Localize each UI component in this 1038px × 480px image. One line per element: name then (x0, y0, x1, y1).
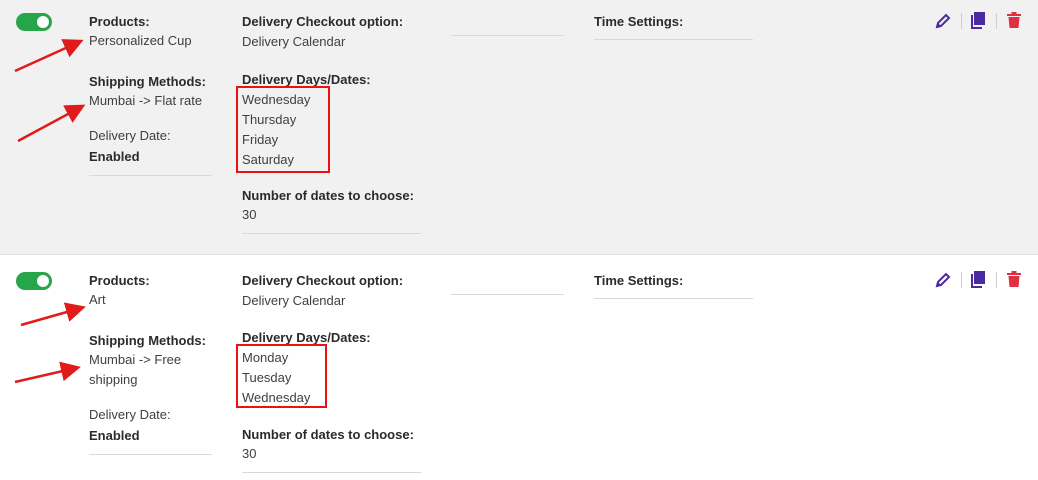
column-divider (451, 35, 564, 36)
delivery-days-highlight-box: Monday Tuesday Wednesday (236, 344, 327, 408)
column-divider (594, 39, 753, 40)
icon-divider (961, 272, 962, 288)
number-of-dates-value: 30 (242, 207, 257, 222)
number-of-dates-label: Number of dates to choose: (242, 188, 414, 203)
checkout-option-value: Delivery Calendar (242, 293, 346, 308)
delivery-day: Thursday (242, 112, 297, 127)
edit-icon[interactable] (934, 12, 952, 30)
edit-icon[interactable] (934, 271, 952, 289)
rule-enabled-toggle[interactable] (16, 272, 52, 290)
delivery-day: Friday (242, 132, 279, 147)
toggle-knob (37, 16, 49, 28)
delivery-date-status: Enabled (89, 428, 140, 443)
column-divider (89, 454, 212, 455)
rule-row-2: Products: Art Shipping Methods: Mumbai -… (0, 255, 1038, 480)
delivery-date-status: Enabled (89, 149, 140, 164)
delete-icon[interactable] (1005, 11, 1023, 29)
column-divider (242, 233, 421, 234)
column-divider (451, 294, 564, 295)
delivery-day: Tuesday (242, 370, 292, 385)
icon-divider (996, 272, 997, 288)
products-label: Products: (89, 14, 150, 29)
delivery-day: Wednesday (242, 92, 311, 107)
shipping-methods-label: Shipping Methods: (89, 333, 206, 348)
shipping-methods-label: Shipping Methods: (89, 74, 206, 89)
time-settings-label: Time Settings: (594, 273, 684, 288)
checkout-option-value: Delivery Calendar (242, 34, 346, 49)
toggle-knob (37, 275, 49, 287)
delivery-days-highlight-box: Wednesday Thursday Friday Saturday (236, 86, 330, 173)
icon-divider (996, 13, 997, 29)
delete-icon[interactable] (1005, 270, 1023, 288)
number-of-dates-label: Number of dates to choose: (242, 427, 414, 442)
checkout-option-label: Delivery Checkout option: (242, 273, 404, 288)
duplicate-icon[interactable] (969, 11, 987, 29)
rule-enabled-toggle[interactable] (16, 13, 52, 31)
shipping-method-value-continued: shipping (89, 372, 138, 387)
number-of-dates-value: 30 (242, 446, 257, 461)
shipping-method-value: Mumbai -> Flat rate (89, 93, 203, 108)
delivery-day: Saturday (242, 152, 295, 167)
duplicate-icon[interactable] (969, 270, 987, 288)
column-divider (242, 472, 421, 473)
shipping-method-value: Mumbai -> Free (89, 352, 182, 367)
column-divider (89, 175, 212, 176)
delivery-day: Monday (242, 350, 289, 365)
checkout-option-label: Delivery Checkout option: (242, 14, 404, 29)
product-value: Art (89, 292, 106, 307)
delivery-date-label: Delivery Date: (89, 128, 171, 143)
time-settings-label: Time Settings: (594, 14, 684, 29)
column-divider (594, 298, 753, 299)
products-label: Products: (89, 273, 150, 288)
delivery-date-label: Delivery Date: (89, 407, 171, 422)
rule-row-1: Products: Personalized Cup Shipping Meth… (0, 0, 1038, 255)
delivery-day: Wednesday (242, 390, 311, 405)
icon-divider (961, 13, 962, 29)
product-value: Personalized Cup (89, 33, 192, 48)
